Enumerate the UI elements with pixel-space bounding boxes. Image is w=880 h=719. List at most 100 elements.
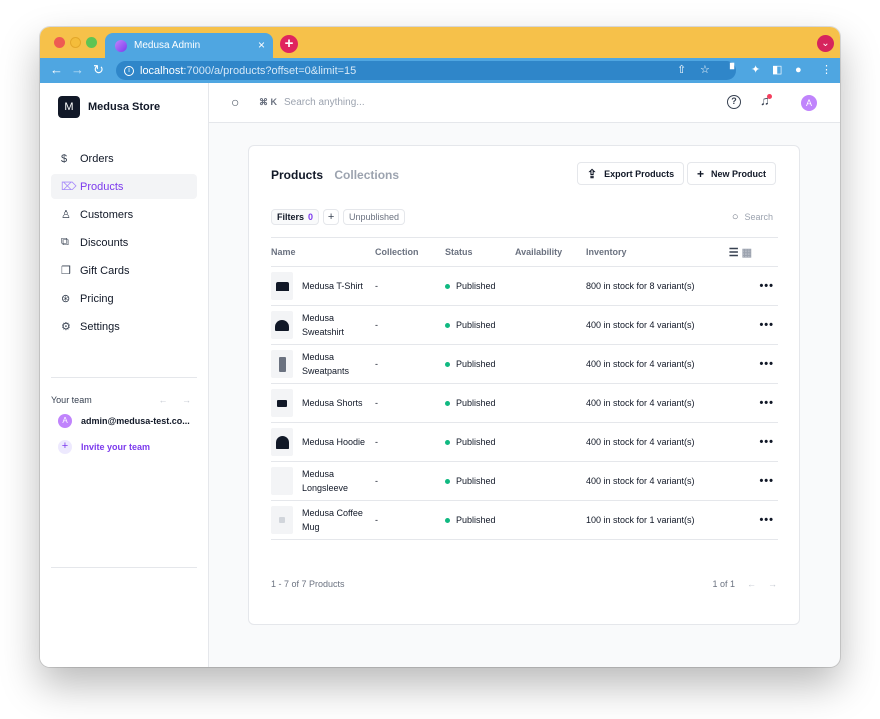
url-path: :7000/a/products?offset=0&limit=15: [183, 64, 357, 77]
saved-filter-unpublished[interactable]: Unpublished: [343, 209, 406, 225]
row-actions-icon[interactable]: •••: [759, 514, 778, 526]
product-tabs: Products Collections: [271, 168, 399, 182]
site-info-icon[interactable]: i: [124, 65, 134, 76]
store-switcher[interactable]: M Medusa Store: [58, 96, 160, 118]
table-search-label: Search: [744, 212, 773, 222]
maximize-window-button[interactable]: [86, 37, 97, 48]
topbar: ○ ⌘ K Search anything... ? ♫ A: [209, 83, 840, 123]
product-status: Published: [456, 398, 496, 408]
pagination-summary: 1 - 7 of 7 Products: [271, 579, 345, 589]
product-collection: -: [375, 266, 445, 306]
table-row[interactable]: Medusa T-Shirt - Published 800 in stock …: [271, 266, 778, 306]
avatar[interactable]: A: [801, 95, 817, 111]
list-view-icon[interactable]: ☰: [729, 247, 739, 259]
next-page-arrow-icon[interactable]: →: [768, 579, 777, 589]
help-icon[interactable]: ?: [727, 95, 741, 109]
product-inventory: 400 in stock for 4 variant(s): [586, 305, 721, 345]
browser-toolbar: ← → ↻ i localhost:7000/a/products?offset…: [40, 58, 840, 83]
search-icon: ○: [731, 211, 739, 223]
minimize-window-button[interactable]: [70, 37, 81, 48]
product-name: Medusa Hoodie: [302, 437, 366, 447]
table-row[interactable]: Medusa Shorts - Published 400 in stock f…: [271, 383, 778, 423]
table-row[interactable]: Medusa Hoodie - Published 400 in stock f…: [271, 422, 778, 462]
product-availability: [515, 305, 586, 345]
row-actions-icon[interactable]: •••: [759, 319, 778, 331]
table-row[interactable]: Medusa Longsleeve - Published 400 in sto…: [271, 461, 778, 501]
bookmark-star-icon[interactable]: ☆: [700, 62, 710, 78]
address-bar[interactable]: i localhost:7000/a/products?offset=0&lim…: [116, 61, 736, 80]
sidebar-item-label: Orders: [80, 152, 114, 165]
row-actions-icon[interactable]: •••: [759, 397, 778, 409]
row-actions-icon[interactable]: •••: [759, 358, 778, 370]
sidebar-item-customers[interactable]: ♙ Customers: [51, 202, 197, 227]
column-status: Status: [445, 237, 515, 267]
add-filter-button[interactable]: +: [323, 209, 340, 225]
puzzle-icon[interactable]: ✦: [751, 62, 760, 78]
sidebar-item-pricing[interactable]: ⊛ Pricing: [51, 286, 197, 311]
table-row[interactable]: Medusa Sweatpants - Published 400 in sto…: [271, 344, 778, 384]
product-name: Medusa Shorts: [302, 398, 363, 408]
table-row[interactable]: Medusa Sweatshirt - Published 400 in sto…: [271, 305, 778, 345]
prev-page-arrow-icon[interactable]: ←: [747, 579, 756, 589]
upload-icon: ⇪: [587, 166, 598, 181]
kebab-menu-icon[interactable]: ⋮: [821, 62, 832, 78]
invite-team-button[interactable]: + Invite your team: [58, 440, 150, 454]
filters-button[interactable]: Filters 0: [271, 209, 320, 225]
product-inventory: 800 in stock for 8 variant(s): [586, 266, 721, 306]
search-shortcut: ⌘ K: [259, 97, 277, 107]
new-product-button[interactable]: + New Product: [687, 162, 777, 185]
browser-tab[interactable]: Medusa Admin ×: [105, 33, 273, 58]
store-logo: M: [58, 96, 80, 118]
sidebar-item-orders[interactable]: $ Orders: [51, 146, 197, 171]
status-dot: [445, 518, 450, 524]
sidebar-item-settings[interactable]: ⚙ Settings: [51, 314, 197, 339]
product-availability: [515, 461, 586, 501]
close-window-button[interactable]: [54, 37, 65, 48]
sidebar-item-gift-cards[interactable]: ❒ Gift Cards: [51, 258, 197, 283]
grid-view-icon[interactable]: ▦: [742, 247, 752, 259]
tab-products[interactable]: Products: [271, 168, 323, 182]
tab-close-icon[interactable]: ×: [258, 38, 265, 52]
table-row[interactable]: Medusa Coffee Mug - Published 100 in sto…: [271, 500, 778, 540]
row-actions-icon[interactable]: •••: [759, 280, 778, 292]
product-name: Medusa Sweatshirt: [302, 313, 345, 337]
sidebar-item-label: Discounts: [80, 236, 129, 249]
team-header: Your team ← →: [51, 395, 197, 405]
export-label: Export Products: [604, 168, 675, 179]
tab-collections[interactable]: Collections: [334, 168, 399, 182]
product-status: Published: [456, 320, 496, 330]
forward-arrow-icon[interactable]: →: [71, 62, 84, 78]
row-actions-icon[interactable]: •••: [759, 475, 778, 487]
column-collection: Collection: [375, 237, 445, 267]
team-pagination-arrows-icon[interactable]: ← →: [158, 395, 197, 405]
sidebar-divider: [51, 567, 197, 568]
new-product-label: New Product: [711, 168, 767, 179]
sidepanel-icon[interactable]: ◧: [772, 62, 782, 78]
global-search-input[interactable]: Search anything...: [284, 97, 365, 108]
extension-icon[interactable]: ▘: [730, 62, 738, 78]
product-availability: [515, 422, 586, 462]
sidebar-item-products[interactable]: ⌦ Products: [51, 174, 197, 199]
status-dot: [445, 284, 450, 290]
share-icon[interactable]: ⇧: [677, 62, 686, 78]
team-label: Your team: [51, 395, 92, 405]
sidebar-item-discounts[interactable]: ⧉ Discounts: [51, 230, 197, 255]
back-arrow-icon[interactable]: ←: [50, 62, 63, 78]
team-member[interactable]: A admin@medusa-test.co...: [58, 414, 190, 428]
product-thumbnail: [271, 272, 293, 300]
tab-title: Medusa Admin: [134, 40, 201, 51]
profile-icon[interactable]: ●: [795, 62, 802, 78]
store-name: Medusa Store: [88, 101, 161, 113]
product-availability: [515, 383, 586, 423]
table-search[interactable]: ○ Search: [732, 211, 773, 223]
product-collection: -: [375, 422, 445, 462]
new-tab-button[interactable]: +: [280, 35, 298, 53]
reload-icon[interactable]: ↻: [93, 62, 104, 78]
product-inventory: 400 in stock for 4 variant(s): [586, 383, 721, 423]
row-actions-icon[interactable]: •••: [759, 436, 778, 448]
sidebar-item-label: Gift Cards: [80, 264, 130, 277]
search-icon[interactable]: ○: [231, 94, 239, 110]
chevron-down-icon[interactable]: ⌄: [817, 35, 834, 52]
export-products-button[interactable]: ⇪ Export Products: [577, 162, 685, 185]
column-inventory: Inventory: [586, 237, 721, 267]
